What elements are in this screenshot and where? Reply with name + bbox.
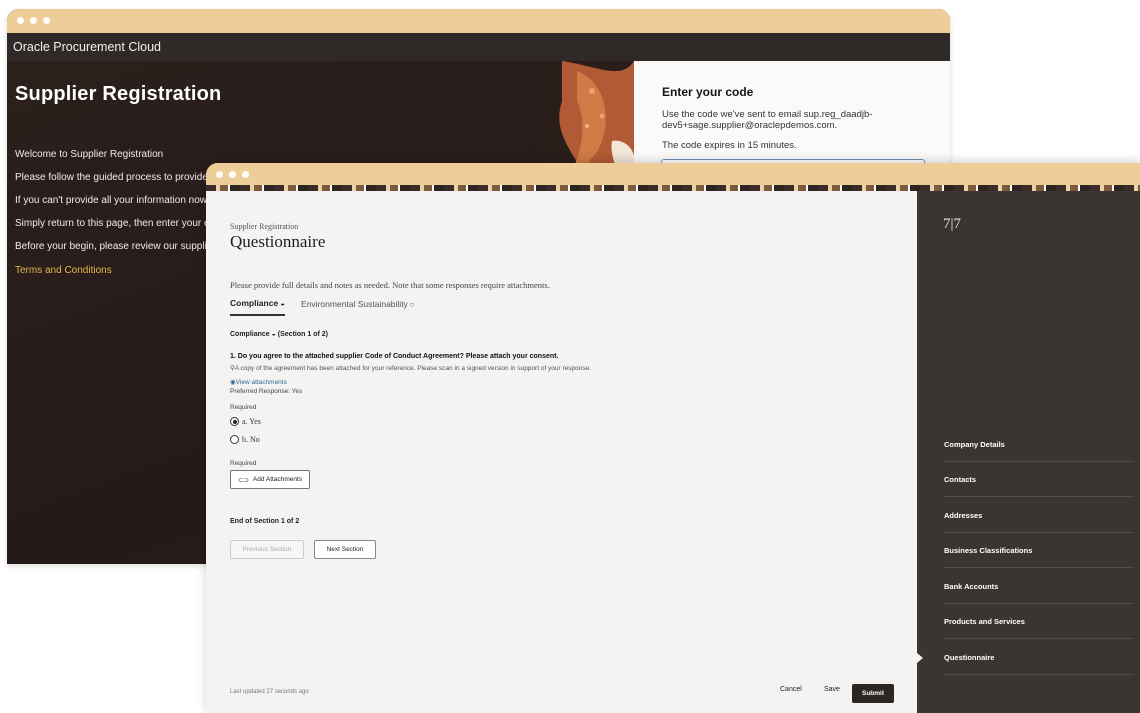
section-heading: Compliance ◒ (Section 1 of 2) (230, 331, 328, 338)
sidebar-item-business-classifications[interactable]: Business Classifications (944, 546, 1134, 555)
questionnaire-main: Supplier Registration Questionnaire Plea… (206, 191, 917, 713)
view-attachments-link[interactable]: ◉View attachments (230, 378, 287, 386)
tab-label: Compliance (230, 298, 279, 308)
radio-selected[interactable] (230, 417, 239, 426)
sidebar-item-products-and-services[interactable]: Products and Services (944, 617, 1134, 626)
code-panel-message: Use the code we've sent to email sup.reg… (662, 109, 873, 131)
window-dot[interactable] (30, 17, 37, 24)
welcome-text: Before your begin, please review our sup… (15, 241, 216, 252)
option-no[interactable]: b. No (230, 435, 260, 444)
code-panel-title: Enter your code (662, 85, 754, 99)
window-titlebar (206, 163, 1140, 185)
tab-environmental-sustainability[interactable]: Environmental Sustainability ○ (301, 298, 415, 316)
breadcrumb: Supplier Registration (230, 222, 299, 231)
next-section-button[interactable]: Next Section (314, 540, 376, 559)
sidebar-item-bank-accounts[interactable]: Bank Accounts (944, 582, 1134, 591)
empty-circle-icon: ○ (409, 299, 415, 309)
sidebar-item-company-details[interactable]: Company Details (944, 440, 1134, 449)
window-dot[interactable] (242, 171, 249, 178)
divider (944, 567, 1134, 568)
divider (944, 674, 1134, 675)
instructions-text: Please provide full details and notes as… (230, 280, 550, 290)
welcome-text: Simply return to this page, then enter y… (15, 218, 218, 229)
preferred-response: Preferred Response: Yes (230, 388, 303, 395)
previous-section-button[interactable]: Previous Section (230, 540, 304, 559)
hint-text: A copy of the agreement has been attache… (234, 365, 592, 372)
questionnaire-window: Supplier Registration Questionnaire Plea… (206, 163, 1140, 713)
app-title: Oracle Procurement Cloud (7, 33, 950, 61)
submit-button[interactable]: Submit (852, 684, 894, 703)
section-tabs: Compliance ◒ Environmental Sustainabilit… (230, 298, 415, 316)
divider (944, 461, 1134, 462)
decorative-artwork (542, 61, 634, 171)
question-hint: ⚲A copy of the agreement has been attach… (230, 364, 591, 372)
divider (944, 496, 1134, 497)
paperclip-icon: ⊂⊃ (238, 476, 249, 484)
page-title: Questionnaire (230, 232, 326, 251)
window-dot[interactable] (229, 171, 236, 178)
cancel-button[interactable]: Cancel (780, 686, 802, 693)
window-titlebar (7, 9, 950, 33)
active-step-marker (917, 653, 923, 663)
end-of-section-text: End of Section 1 of 2 (230, 518, 300, 525)
save-button[interactable]: Save (824, 686, 840, 693)
option-yes[interactable]: a. Yes (230, 417, 261, 426)
window-dot[interactable] (17, 17, 24, 24)
divider (944, 532, 1134, 533)
divider (944, 638, 1134, 639)
welcome-text: Please follow the guided process to prov… (15, 172, 216, 183)
window-controls (17, 17, 50, 24)
sidebar-item-contacts[interactable]: Contacts (944, 475, 1134, 484)
page-title: Supplier Registration (15, 83, 222, 105)
welcome-text: If you can't provide all your informatio… (15, 195, 218, 206)
add-attachments-button[interactable]: ⊂⊃ Add Attachments (230, 470, 311, 489)
progress-sidebar: 7|7 Company Details Contacts Addresses B… (917, 191, 1140, 713)
last-updated-text: Last updated 27 seconds ago (230, 689, 309, 695)
step-counter: 7|7 (943, 216, 962, 232)
required-label: Required (230, 460, 257, 467)
required-label: Required (230, 404, 257, 411)
tab-compliance[interactable]: Compliance ◒ (230, 298, 286, 316)
terms-and-conditions-link[interactable]: Terms and Conditions (15, 265, 112, 276)
radio-unselected[interactable] (230, 435, 239, 444)
window-dot[interactable] (43, 17, 50, 24)
welcome-text: Welcome to Supplier Registration (15, 149, 164, 160)
option-label: b. No (242, 435, 260, 444)
question-text: 1. Do you agree to the attached supplier… (230, 353, 559, 360)
tab-label: Environmental Sustainability (301, 299, 408, 309)
sidebar-item-questionnaire[interactable]: Questionnaire (944, 653, 1134, 662)
code-expiry-text: The code expires in 15 minutes. (662, 140, 797, 151)
window-dot[interactable] (216, 171, 223, 178)
option-label: a. Yes (242, 417, 261, 426)
window-controls (216, 171, 249, 178)
divider (944, 603, 1134, 604)
half-circle-icon: ◒ (280, 298, 286, 308)
view-attachments-label: View attachments (235, 379, 287, 386)
sidebar-item-addresses[interactable]: Addresses (944, 511, 1134, 520)
add-attachments-label: Add Attachments (252, 476, 303, 483)
artwork-illustration (542, 61, 634, 171)
